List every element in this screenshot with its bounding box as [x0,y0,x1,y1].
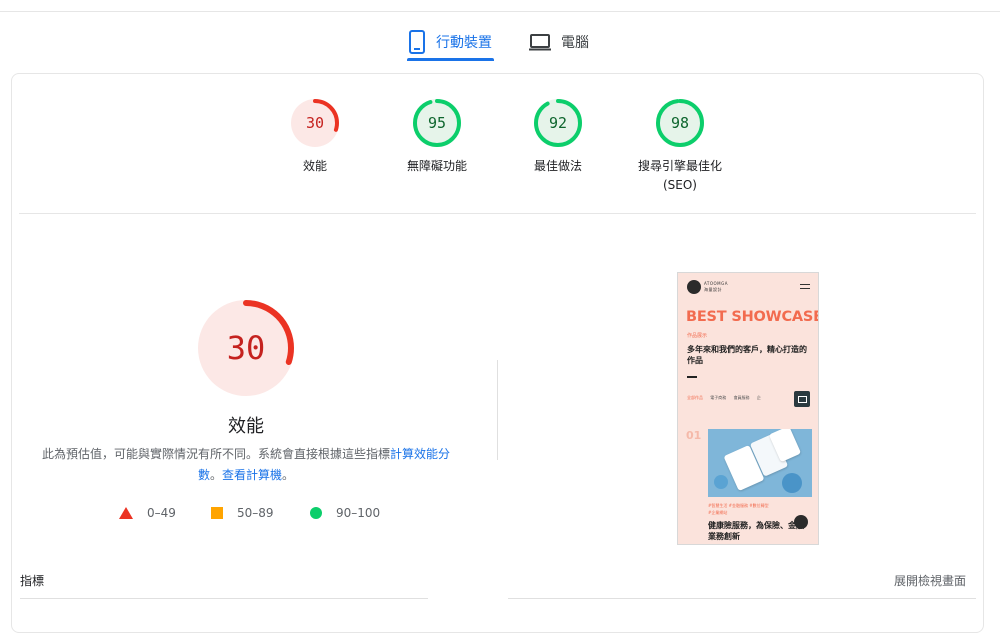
expand-view-button[interactable]: 展開檢視畫面 [894,572,966,589]
gauge-best-practices[interactable]: 92 [532,97,584,149]
tab-desktop[interactable]: 電腦 [529,22,589,62]
vertical-divider [497,360,498,460]
tab-desktop-label: 電腦 [561,35,589,51]
laptop-icon [529,34,551,51]
legend-range: 0–49 [147,506,176,520]
gauge-label-accessibility: 無障礙功能 [386,157,488,175]
report-card [11,73,984,633]
legend-fail: 0–49 [119,505,176,521]
mobile-phone-icon [409,30,425,54]
metrics-divider [20,598,428,599]
section-divider [19,213,976,214]
brand-name: ATOOMGA 海量設計 [704,281,728,293]
description-punct-end: 。 [282,468,295,482]
screenshot-bottom-text: 健康險服務，為保險、金融業務創新 [708,521,804,541]
calculator-link[interactable]: 查看計算機 [222,468,282,482]
gauge-score: 92 [548,114,568,132]
top-divider [0,11,1000,12]
filter-item: 企 [756,395,761,400]
legend-average: 50–89 [211,505,274,521]
active-tab-indicator [407,58,494,61]
screenshot-number: 01 [686,429,702,442]
filter-item: 全部作品 [687,395,703,400]
brand-line2: 海量設計 [704,287,722,292]
filter-item: 電子商務 [710,395,727,400]
gauge-seo[interactable]: 98 [654,97,706,149]
gauge-score: 30 [305,114,325,132]
legend-range: 90–100 [336,506,381,520]
description-punct: 。 [209,468,222,482]
gauge-score: 95 [427,114,447,132]
screenshot-hashtags: #智慧生活 #金融服務 #數位轉型 #企業網站 [708,502,769,516]
brand-logo [687,280,701,294]
legend-range: 50–89 [237,506,274,520]
coin-shape [714,475,728,489]
screenshot-dash [687,376,697,378]
triangle-icon [119,507,133,519]
screenshot-filters: 全部作品 電子商務 會員服務 企 [687,395,767,401]
coin-shape [782,473,802,493]
hashtags-line: #企業網站 [708,510,728,515]
performance-title: 效能 [228,416,264,437]
gauge-performance[interactable]: 30 [289,97,341,149]
performance-score: 30 [226,329,266,367]
gauge-score: 98 [670,114,690,132]
filter-item: 會員服務 [733,395,750,400]
messenger-icon [794,515,808,529]
device-tabs: 行動裝置 電腦 [0,22,1000,62]
chat-widget-icon [794,391,810,407]
hamburger-icon [800,284,810,289]
gauge-label-text: 效能 [302,159,327,173]
screenshot-headline: BEST SHOWCASE [686,309,819,325]
tab-mobile[interactable]: 行動裝置 [408,22,492,62]
gauge-accessibility[interactable]: 95 [411,97,463,149]
metrics-divider [508,598,976,599]
screenshot-tag: 作品展示 [687,333,708,339]
performance-gauge-large: 30 [196,298,296,398]
screenshot-subtitle: 多年來和我們的客戶，精心打造的作品 [687,345,807,365]
screenshot-hero-image [708,429,812,497]
legend-pass: 90–100 [310,505,380,521]
metrics-heading: 指標 [20,574,45,588]
tab-mobile-label: 行動裝置 [436,35,492,51]
gauge-label-text: 搜尋引擎最佳化 [637,159,722,173]
gauge-label-performance: 效能 [264,157,366,175]
gauge-label-text: 最佳做法 [533,159,582,173]
gauge-label-seo: 搜尋引擎最佳化 (SEO) [624,157,736,194]
square-icon [211,507,223,519]
gauge-label-text: 無障礙功能 [406,159,467,173]
description-text: 此為預估值，可能與實際情況有所不同。系統會直接根據這些指標 [41,447,390,461]
gauge-label-best-practices: 最佳做法 [507,157,609,175]
circle-icon [310,507,322,519]
performance-description: 此為預估值，可能與實際情況有所不同。系統會直接根據這些指標計算效能分數。查看計算… [40,444,452,486]
gauge-label-subtext: (SEO) [662,178,697,192]
page-screenshot: ATOOMGA 海量設計 BEST SHOWCASE 作品展示 多年來和我們的客… [677,272,819,545]
screenshot-header: ATOOMGA 海量設計 [678,273,818,301]
hashtags-line: #智慧生活 #金融服務 #數位轉型 [708,503,769,508]
